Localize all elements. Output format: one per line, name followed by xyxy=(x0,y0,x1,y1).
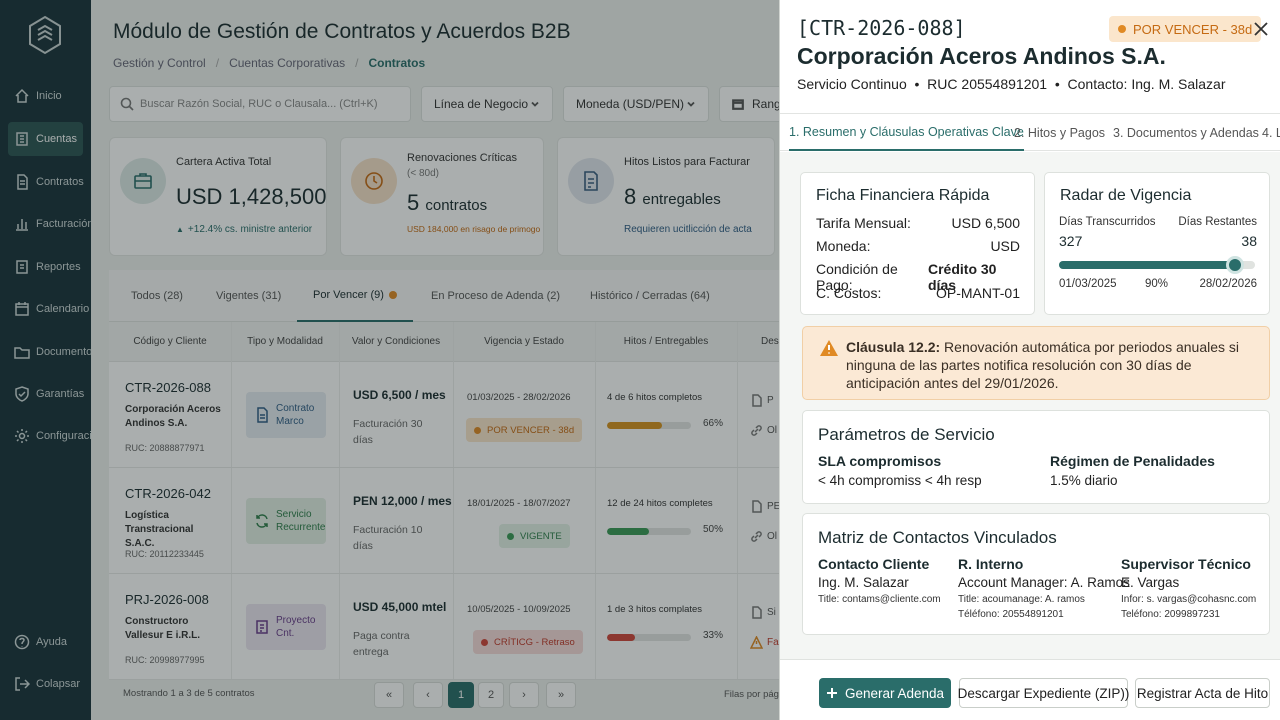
elapsed-days-label: Días Transcurridos xyxy=(1059,216,1156,228)
contact-role: R. Interno xyxy=(958,556,1024,572)
drawer-footer: Generar Adenda Descargar Expediente (ZIP… xyxy=(780,659,1280,720)
sla-label: SLA compromisos xyxy=(818,453,942,469)
status-label: POR VENCER - 38d xyxy=(1133,21,1253,37)
drawer-body: Ficha Financiera Rápida Tarifa Mensual: U… xyxy=(780,152,1280,659)
status-badge: POR VENCER - 38d xyxy=(1109,16,1262,42)
finance-key: C. Costos: xyxy=(816,285,882,301)
remaining-days: 38 xyxy=(1241,233,1257,249)
elapsed-days: 327 xyxy=(1059,233,1083,249)
tab-documentos[interactable]: 3. Documentos y Adendas xyxy=(1113,114,1259,151)
finance-value: USD xyxy=(990,238,1020,254)
finance-row: Tarifa Mensual: USD 6,500 xyxy=(816,215,1020,231)
status-dot xyxy=(1118,25,1126,33)
validity-radar-card: Radar de Vigencia Días Transcurridos Día… xyxy=(1044,172,1270,315)
contact-name: Ing. M. Salazar xyxy=(818,575,909,590)
finance-row: Moneda: USD xyxy=(816,238,1020,254)
card-title: Ficha Financiera Rápida xyxy=(816,187,990,204)
close-button[interactable] xyxy=(1252,20,1270,38)
download-file-button[interactable]: Descargar Expediente (ZIP)) xyxy=(958,678,1129,708)
progress-fill xyxy=(1059,261,1236,269)
card-title: Radar de Vigencia xyxy=(1060,187,1192,204)
contact-phone: Teléfono: 2099897231 xyxy=(1121,609,1220,620)
card-title: Matriz de Contactos Vinculados xyxy=(818,528,1057,547)
tab-resumen[interactable]: 1. Resumen y Cláusulas Operativas Clave xyxy=(789,114,1024,151)
warning-icon xyxy=(820,340,838,356)
plus-icon xyxy=(826,688,837,698)
alert-text: Cláusula 12.2: Renovación automática por… xyxy=(846,338,1258,392)
contact-line[interactable]: Title: contams@cliente.com xyxy=(818,594,941,605)
button-label: Generar Adenda xyxy=(844,685,945,701)
contact-role: Contacto Cliente xyxy=(818,556,930,572)
register-milestone-button[interactable]: Registrar Acta de Hito xyxy=(1135,678,1270,708)
sla-value: < 4h compromiss < 4h resp xyxy=(818,473,982,488)
contact-line: Title: acoumanage: A. ramos xyxy=(958,594,1085,605)
tab-hitos[interactable]: 2. Hitos y Pagos xyxy=(1014,114,1105,151)
drawer-meta: Servicio Continuo • RUC 20554891201 • Co… xyxy=(797,76,1226,92)
contact-name: Account Manager: A. Ramos xyxy=(958,575,1130,590)
contract-id: [CTR-2026-088] xyxy=(797,16,966,40)
remaining-days-label: Días Restantes xyxy=(1178,216,1257,228)
close-icon xyxy=(1254,22,1268,36)
penalty-value: 1.5% diario xyxy=(1050,473,1118,488)
contact-name: E. Vargas xyxy=(1121,575,1180,590)
clause-alert: Cláusula 12.2: Renovación automática por… xyxy=(802,326,1270,400)
penalty-label: Régimen de Penalidades xyxy=(1050,453,1215,469)
start-date: 01/03/2025 xyxy=(1059,278,1117,290)
modal-backdrop[interactable] xyxy=(0,0,779,720)
contacts-matrix-card: Matriz de Contactos Vinculados Contacto … xyxy=(802,513,1270,635)
drawer-title: Corporación Aceros Andinos S.A. xyxy=(797,43,1166,69)
clause-number: Cláusula 12.2: xyxy=(846,339,941,355)
finance-key: Moneda: xyxy=(816,238,871,254)
finance-row: C. Costos: OP-MANT-01 xyxy=(816,285,1020,301)
drawer-tabs: 1. Resumen y Cláusulas Operativas Clave … xyxy=(780,113,1280,151)
generate-addendum-button[interactable]: Generar Adenda xyxy=(819,678,951,708)
service-params-card: Parámetros de Servicio SLA compromisos <… xyxy=(802,410,1270,504)
validity-progress-bar xyxy=(1059,256,1255,274)
contract-detail-drawer: [CTR-2026-088] Corporación Aceros Andino… xyxy=(779,0,1280,720)
contact-role: Supervisor Técnico xyxy=(1121,556,1251,572)
finance-value: OP-MANT-01 xyxy=(935,285,1020,301)
card-title: Parámetros de Servicio xyxy=(818,425,995,444)
contact-line[interactable]: Infor: s. vargas@cohasnc.com xyxy=(1121,594,1256,605)
finance-value: USD 6,500 xyxy=(951,215,1020,231)
progress-knob xyxy=(1226,256,1245,274)
end-date: 28/02/2026 xyxy=(1199,278,1257,290)
contact-phone: Téléfono: 20554891201 xyxy=(958,609,1064,620)
finance-card: Ficha Financiera Rápida Tarifa Mensual: U… xyxy=(800,172,1035,315)
validity-percent: 90% xyxy=(1145,278,1169,290)
tab-more[interactable]: 4. L xyxy=(1262,114,1280,151)
finance-key: Tarifa Mensual: xyxy=(816,215,911,231)
